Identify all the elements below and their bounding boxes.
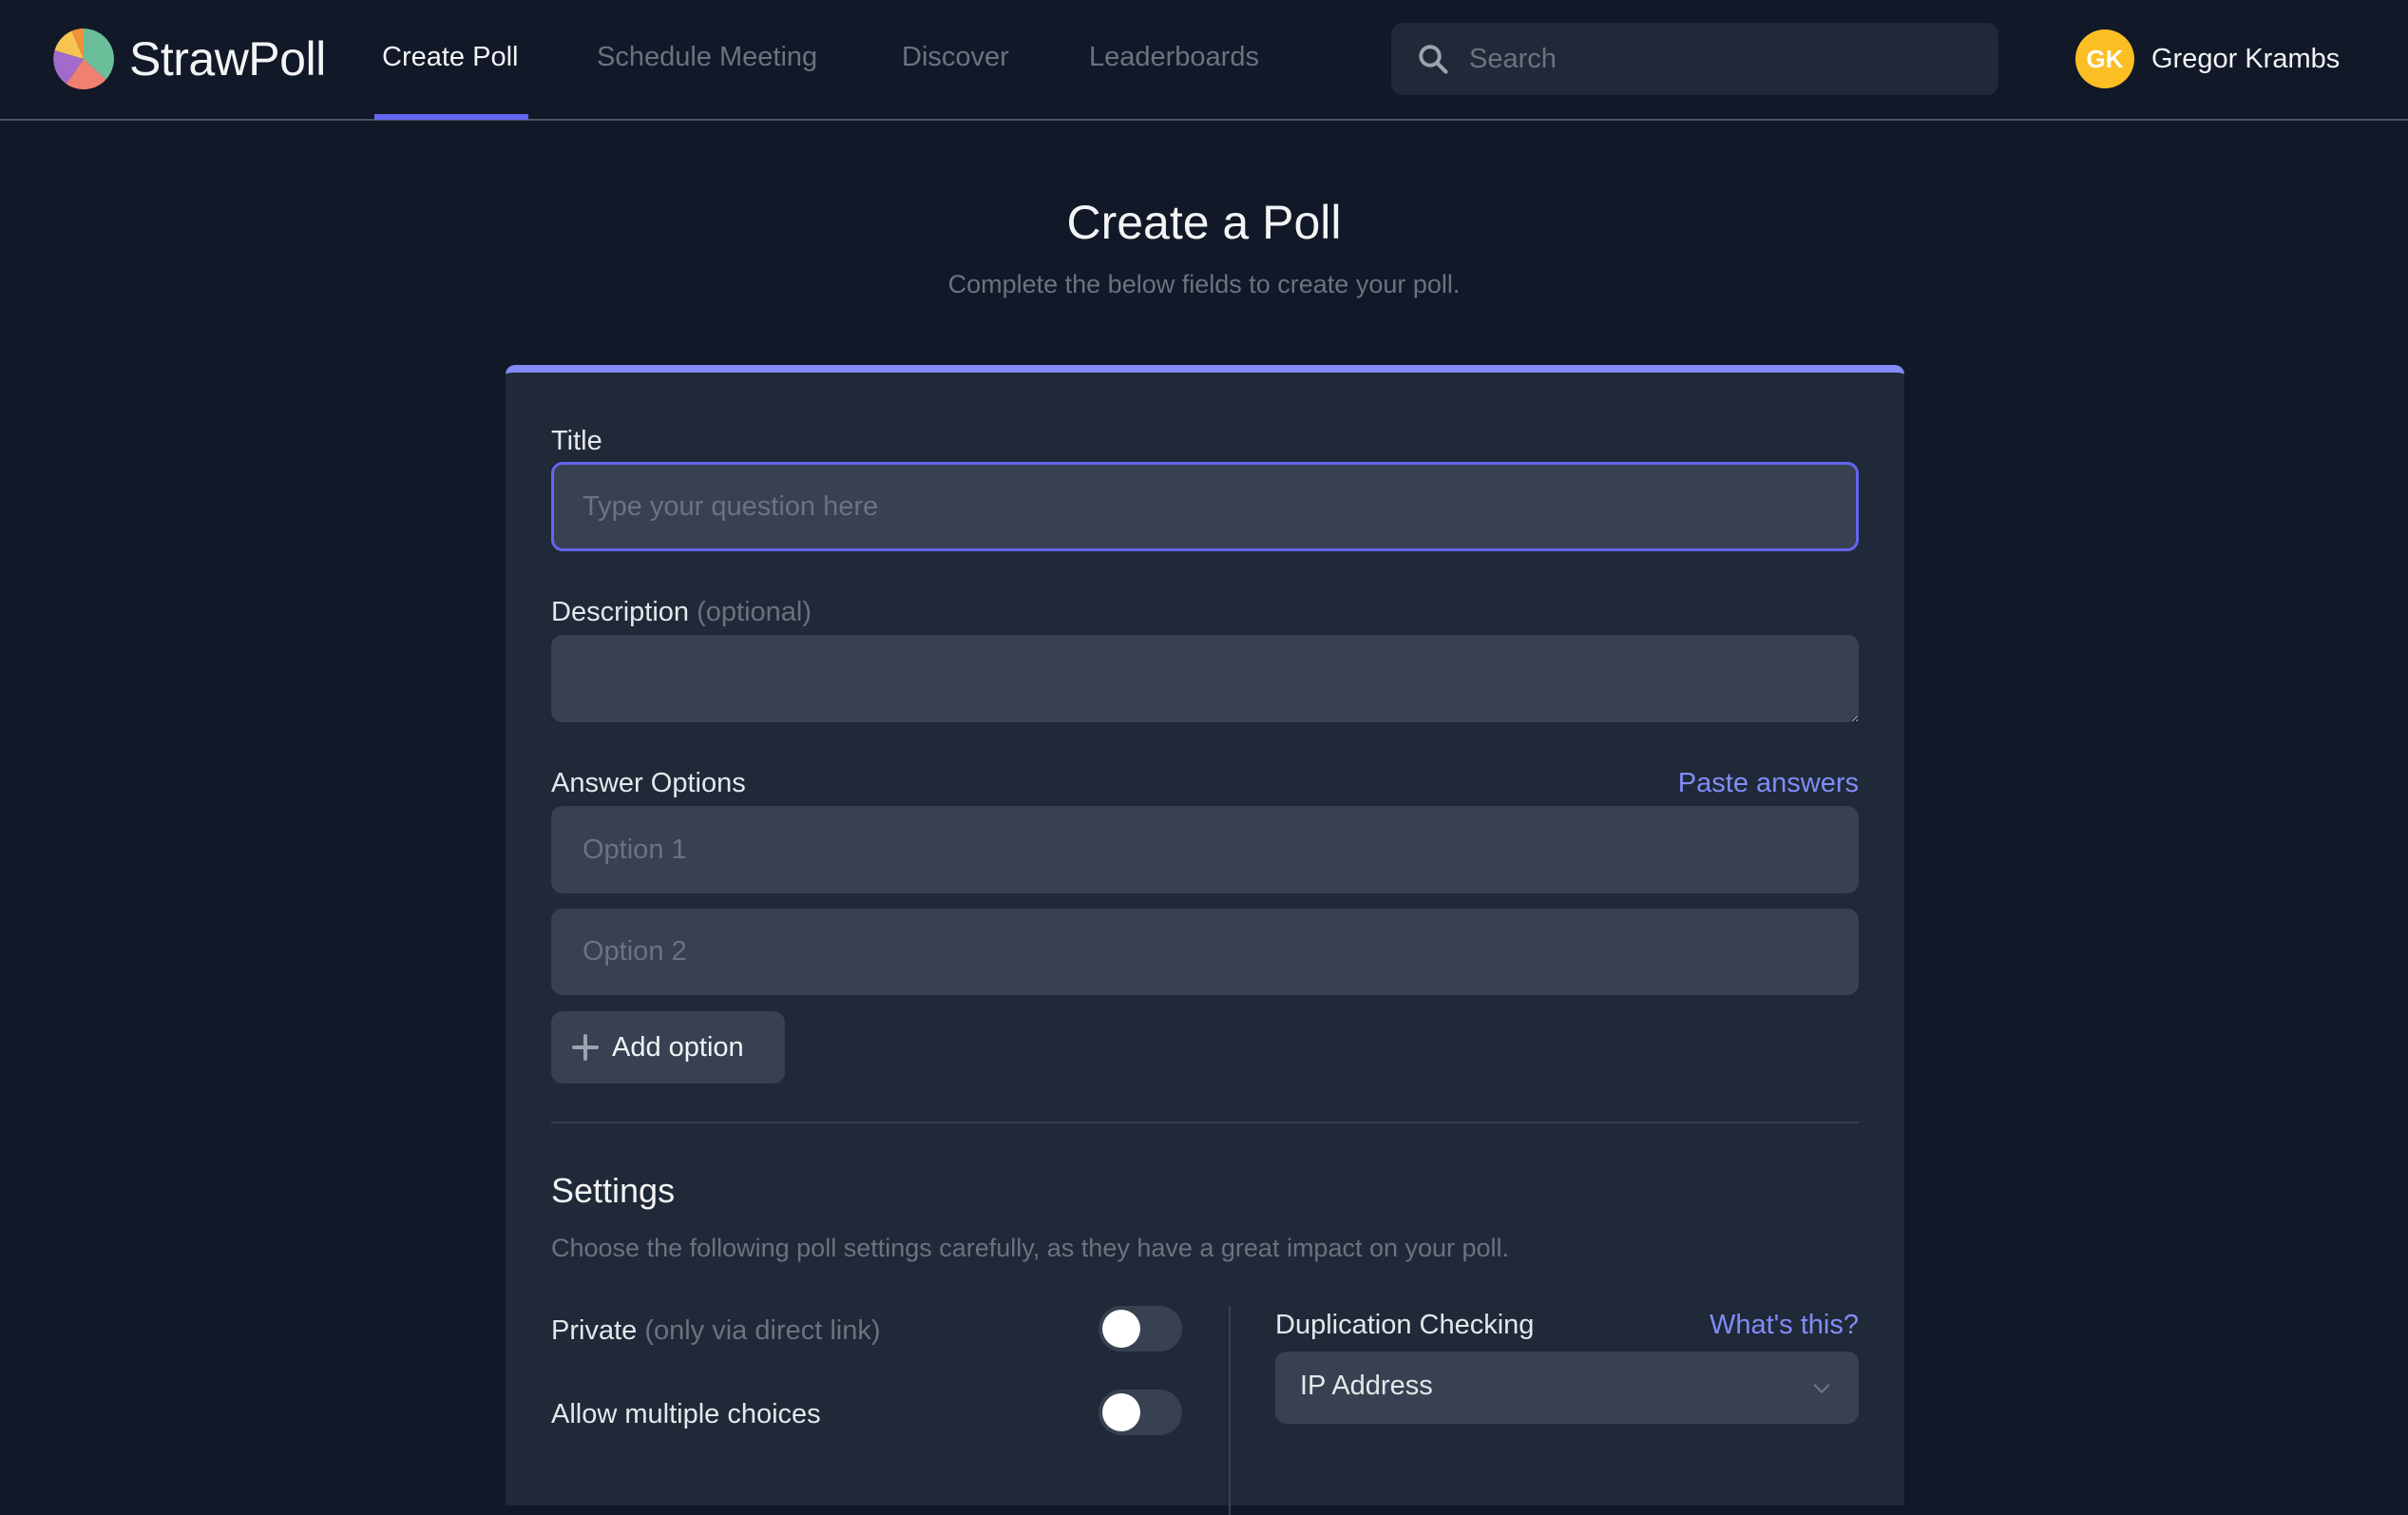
- duplication-checking-value: IP Address: [1300, 1371, 1433, 1401]
- multiple-choices-label: Allow multiple choices: [551, 1399, 821, 1429]
- settings-column-divider: [1229, 1306, 1231, 1515]
- nav-create-poll[interactable]: Create Poll: [382, 42, 518, 73]
- nav-discover[interactable]: Discover: [902, 42, 1009, 73]
- paste-answers-link[interactable]: Paste answers: [1678, 768, 1859, 799]
- toggle-knob: [1102, 1393, 1140, 1431]
- create-poll-card: Title Description (optional) Answer Opti…: [506, 365, 1904, 1515]
- settings-description: Choose the following poll settings caref…: [551, 1234, 1510, 1262]
- section-divider: [551, 1122, 1859, 1123]
- duplication-checking-label: Duplication Checking: [1275, 1310, 1535, 1340]
- strawpoll-pie-logo-icon: [53, 29, 114, 89]
- page-subtitle: Complete the below fields to create your…: [947, 270, 1461, 298]
- logo-text: StrawPoll: [129, 32, 326, 86]
- user-menu[interactable]: GK Gregor Krambs: [2075, 29, 2340, 88]
- user-name: Gregor Krambs: [2151, 43, 2341, 74]
- description-optional-note: (optional): [697, 597, 812, 627]
- duplication-checking-select[interactable]: IP Address: [1275, 1352, 1859, 1424]
- search-box[interactable]: [1391, 23, 1998, 95]
- add-option-label: Add option: [612, 1031, 744, 1063]
- search-icon: [1419, 45, 1448, 74]
- toggle-knob: [1102, 1310, 1140, 1348]
- title-label: Title: [551, 426, 602, 456]
- answer-options-label: Answer Options: [551, 768, 746, 798]
- private-label-text: Private: [551, 1315, 638, 1346]
- nav-schedule-meeting[interactable]: Schedule Meeting: [597, 42, 817, 73]
- nav-active-indicator: [374, 114, 528, 120]
- top-navbar: StrawPoll Create Poll Schedule Meeting D…: [0, 0, 2408, 121]
- private-label: Private (only via direct link): [551, 1315, 881, 1347]
- multiple-choices-toggle[interactable]: [1099, 1390, 1182, 1435]
- chevron-down-icon: [1813, 1384, 1830, 1393]
- page-title: Create a Poll: [1066, 196, 1342, 249]
- private-toggle[interactable]: [1099, 1306, 1182, 1352]
- nav-leaderboards[interactable]: Leaderboards: [1089, 42, 1259, 73]
- plus-icon: [572, 1034, 599, 1061]
- description-label: Description (optional): [551, 597, 812, 628]
- search-input[interactable]: [1469, 23, 1982, 95]
- option-1-input[interactable]: [551, 806, 1859, 893]
- whats-this-link[interactable]: What's this?: [1710, 1310, 1859, 1341]
- title-input[interactable]: [551, 462, 1859, 551]
- description-label-text: Description: [551, 597, 690, 627]
- description-textarea[interactable]: [551, 635, 1859, 722]
- settings-heading: Settings: [551, 1171, 676, 1210]
- avatar: GK: [2075, 29, 2134, 88]
- add-option-button[interactable]: Add option: [551, 1011, 785, 1084]
- logo[interactable]: StrawPoll: [53, 29, 326, 89]
- option-2-input[interactable]: [551, 909, 1859, 995]
- private-note: (only via direct link): [644, 1315, 881, 1346]
